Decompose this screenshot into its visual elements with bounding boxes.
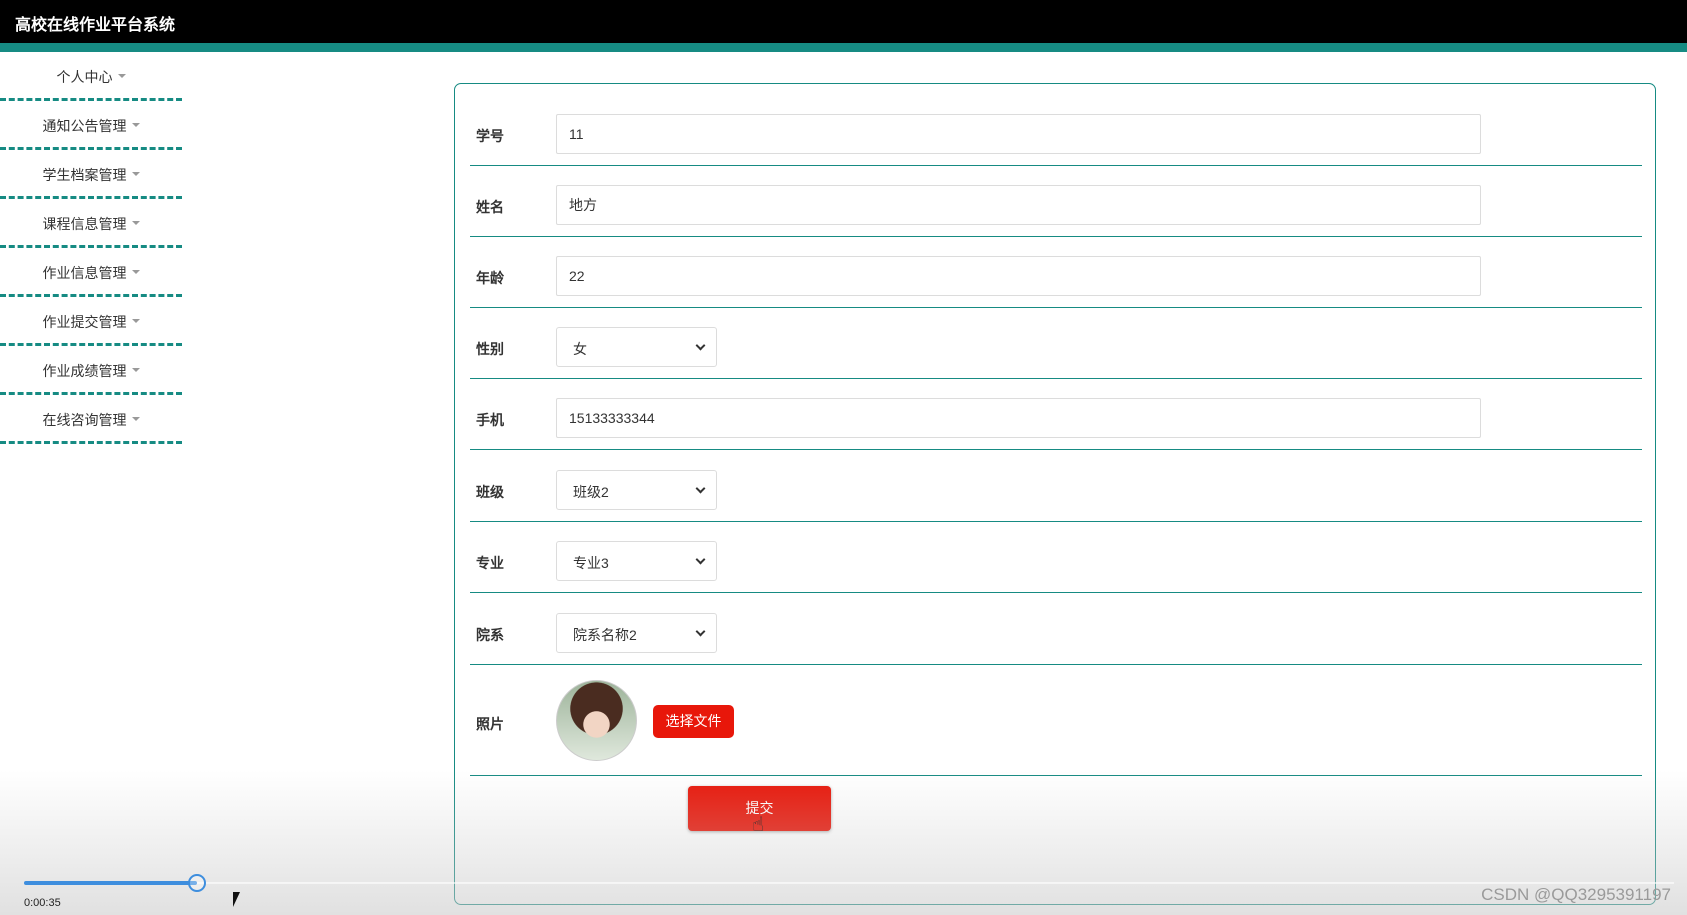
sidebar-item-label: 作业成绩管理	[42, 363, 127, 379]
student-edit-form: 学号 11 姓名 地方 年龄 22 性别 女 手机 15133333344 班级…	[454, 83, 1656, 905]
app-title: 高校在线作业平台系统	[15, 17, 176, 34]
sidebar-item-label: 个人中心	[56, 69, 113, 85]
sidebar-item-homework-grades[interactable]: 作业成绩管理	[0, 346, 182, 395]
caret-down-icon	[131, 417, 140, 422]
field-label: 专业	[476, 555, 504, 571]
caret-down-icon	[131, 319, 140, 324]
student-photo-avatar	[556, 680, 637, 761]
top-header-bar: 高校在线作业平台系统	[0, 0, 1687, 43]
class-select[interactable]: 班级2	[556, 470, 717, 510]
sidebar-item-label: 学生档案管理	[42, 167, 127, 183]
video-progress-track[interactable]	[24, 882, 1674, 884]
field-label: 性别	[476, 341, 504, 357]
sidebar-item-homework-submission[interactable]: 作业提交管理	[0, 297, 182, 346]
form-row-student-id: 学号 11	[470, 84, 1642, 166]
sidebar-item-label: 通知公告管理	[42, 118, 127, 134]
phone-input[interactable]: 15133333344	[556, 398, 1481, 438]
video-time-label: 0:00:35	[24, 897, 61, 909]
sidebar-menu: 个人中心 通知公告管理 学生档案管理 课程信息管理 作业信息管理 作业提交管理 …	[0, 52, 182, 444]
gender-select[interactable]: 女	[556, 327, 717, 367]
field-label: 学号	[476, 128, 504, 144]
sidebar-item-homework-info[interactable]: 作业信息管理	[0, 248, 182, 297]
field-label: 班级	[476, 484, 504, 500]
form-row-age: 年龄 22	[470, 237, 1642, 308]
chevron-down-icon	[695, 340, 706, 351]
sidebar-item-course-info[interactable]: 课程信息管理	[0, 199, 182, 248]
sidebar-item-personal-center[interactable]: 个人中心	[0, 52, 182, 101]
student-id-input[interactable]: 11	[556, 114, 1481, 154]
sidebar-item-online-consult[interactable]: 在线咨询管理	[0, 395, 182, 444]
sidebar-item-student-records[interactable]: 学生档案管理	[0, 150, 182, 199]
sidebar-item-notice-management[interactable]: 通知公告管理	[0, 101, 182, 150]
caret-down-icon	[131, 172, 140, 177]
caret-down-icon	[131, 123, 140, 128]
header-accent-strip	[0, 43, 1687, 52]
form-row-class: 班级 班级2	[470, 450, 1642, 522]
video-progress-fill	[24, 881, 197, 885]
caret-down-icon	[117, 74, 126, 79]
form-row-department: 院系 院系名称2	[470, 593, 1642, 665]
select-value: 院系名称2	[573, 627, 637, 643]
field-label: 姓名	[476, 199, 504, 215]
field-label: 院系	[476, 627, 504, 643]
form-row-phone: 手机 15133333344	[470, 379, 1642, 450]
chevron-down-icon	[695, 626, 706, 637]
field-label: 照片	[476, 716, 504, 732]
form-row-major: 专业 专业3	[470, 522, 1642, 593]
department-select[interactable]: 院系名称2	[556, 613, 717, 653]
caret-down-icon	[131, 270, 140, 275]
sidebar-item-label: 在线咨询管理	[42, 412, 127, 428]
sidebar-item-label: 作业提交管理	[42, 314, 127, 330]
select-value: 女	[573, 341, 587, 357]
caret-down-icon	[131, 368, 140, 373]
major-select[interactable]: 专业3	[556, 541, 717, 581]
form-row-gender: 性别 女	[470, 308, 1642, 379]
video-progress-handle[interactable]	[188, 874, 206, 892]
mouse-pointer-icon	[233, 892, 240, 907]
chevron-down-icon	[695, 554, 706, 565]
hand-pointer-icon: ☝	[752, 814, 765, 836]
age-input[interactable]: 22	[556, 256, 1481, 296]
field-label: 年龄	[476, 270, 504, 286]
form-row-name: 姓名 地方	[470, 166, 1642, 237]
field-label: 手机	[476, 412, 504, 428]
watermark-text: CSDN @QQ3295391197	[1481, 885, 1671, 904]
chevron-down-icon	[695, 483, 706, 494]
form-row-photo: 照片 选择文件	[470, 665, 1642, 776]
choose-file-button[interactable]: 选择文件	[653, 705, 734, 738]
name-input[interactable]: 地方	[556, 185, 1481, 225]
sidebar-item-label: 作业信息管理	[42, 265, 127, 281]
select-value: 专业3	[573, 555, 609, 571]
select-value: 班级2	[573, 484, 609, 500]
sidebar-item-label: 课程信息管理	[42, 216, 127, 232]
caret-down-icon	[131, 221, 140, 226]
